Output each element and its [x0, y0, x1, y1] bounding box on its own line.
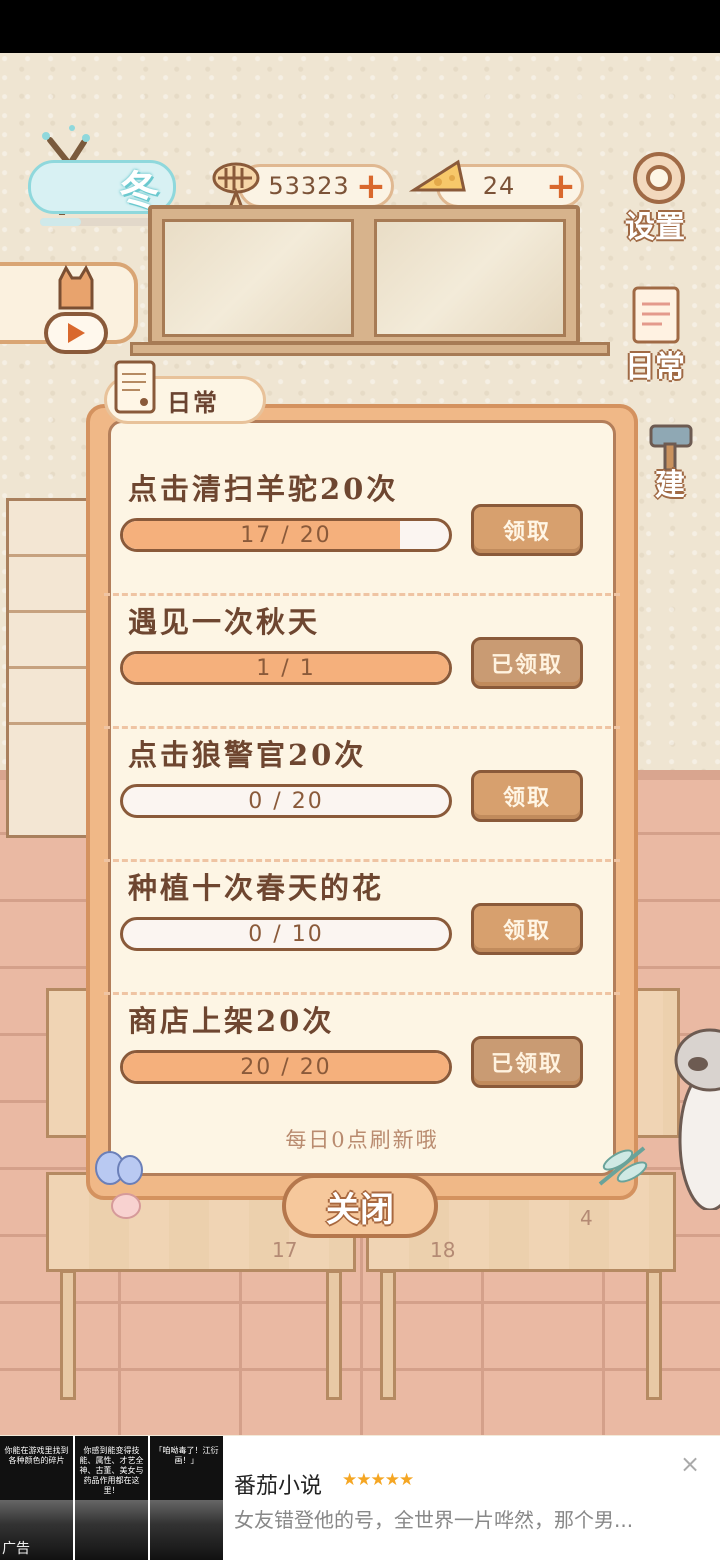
raccoon-character[interactable]: [670, 1020, 720, 1210]
shelf-row: [9, 557, 91, 613]
task-title: 点击狼警官20次: [128, 738, 367, 772]
cabinet-glass: [374, 219, 566, 337]
table-number: 4: [580, 1206, 593, 1230]
task-divider: [104, 593, 620, 596]
ad-thumbnail[interactable]: 你感到能变得技能、属性、才艺全神、古董、美女与药品作用都在这里！: [75, 1436, 148, 1560]
task-title: 商店上架20次: [128, 1004, 335, 1038]
task-row: 点击狼警官20次 0 / 20 领取: [104, 730, 620, 862]
ad-thumbnail[interactable]: 你能在游戏里找到各种颜色的碎片 广告: [0, 1436, 73, 1560]
ad-thumb-caption: 你能在游戏里找到各种颜色的碎片: [4, 1446, 69, 1465]
status-bar: [0, 0, 720, 53]
settings-button[interactable]: 设置: [616, 146, 702, 246]
ad-tag: 广告: [2, 1541, 30, 1557]
task-divider: [104, 859, 620, 862]
task-progress-bar: 0 / 20: [120, 784, 452, 818]
task-progress-text: 17 / 20: [240, 522, 332, 548]
dragonfly-icon: [598, 1146, 648, 1186]
build-button[interactable]: 建: [640, 416, 700, 504]
task-progress-text: 0 / 10: [248, 921, 324, 947]
gear-icon: [633, 152, 685, 204]
shelf-row: [9, 613, 91, 669]
shelf-board: [130, 342, 610, 356]
dialog-title: 日常: [167, 387, 219, 417]
ad-rating-stars: ★★★★★: [342, 1470, 414, 1490]
table-number: 17: [272, 1238, 298, 1262]
task-progress-bar: 17 / 20: [120, 518, 452, 552]
ad-close-icon[interactable]: ×: [680, 1450, 700, 1478]
add-fish-button[interactable]: +: [354, 169, 388, 205]
ad-thumb-caption: 「咱呦毒了！江衍画！」: [154, 1446, 219, 1465]
cat-icon: [58, 264, 94, 310]
table-leg: [646, 1270, 662, 1400]
task-row: 商店上架20次 20 / 20 已领取: [104, 996, 620, 1128]
fish-amount: 53323: [268, 172, 350, 200]
ad-thumb-image: [150, 1500, 223, 1560]
task-divider: [104, 992, 620, 995]
ad-thumbnail[interactable]: 「咱呦毒了！江衍画！」: [150, 1436, 223, 1560]
table-leg: [380, 1270, 396, 1400]
task-progress-bar: 20 / 20: [120, 1050, 452, 1084]
note-paper-icon: [114, 360, 156, 414]
task-row: 点击清扫羊驼20次 17 / 20 领取: [104, 464, 620, 596]
fish-bone-icon: [212, 162, 260, 210]
ad-thumb-caption: 你感到能变得技能、属性、才艺全神、古董、美女与药品作用都在这里！: [79, 1446, 144, 1495]
claimed-button[interactable]: 已领取: [471, 1036, 583, 1088]
table-leg: [60, 1270, 76, 1400]
daily-button[interactable]: 日常: [612, 282, 698, 386]
play-video-button[interactable]: [44, 312, 108, 354]
settings-label: 设置: [625, 210, 685, 245]
add-cheese-button[interactable]: +: [544, 169, 578, 205]
shelf-row: [9, 669, 91, 725]
ad-thumb-image: [75, 1500, 148, 1560]
play-icon: [68, 323, 85, 343]
task-divider: [104, 726, 620, 729]
butterfly-icon: [95, 1151, 143, 1219]
display-cabinet[interactable]: [148, 205, 580, 345]
task-progress-text: 20 / 20: [240, 1054, 332, 1080]
task-progress-text: 1 / 1: [256, 655, 316, 681]
daily-note-icon: [632, 286, 680, 344]
task-title: 点击清扫羊驼20次: [128, 472, 399, 506]
season-progress-fill: [40, 218, 81, 226]
close-button[interactable]: 关闭: [282, 1174, 438, 1238]
task-progress-text: 0 / 20: [248, 788, 324, 814]
task-progress-bar: 1 / 1: [120, 651, 452, 685]
task-progress-bar: 0 / 10: [120, 917, 452, 951]
claim-button[interactable]: 领取: [471, 903, 583, 955]
claim-button[interactable]: 领取: [471, 504, 583, 556]
daily-label: 日常: [625, 350, 685, 385]
table-leg: [326, 1270, 342, 1400]
claim-button[interactable]: 领取: [471, 770, 583, 822]
shelf-row: [9, 501, 91, 557]
bookshelf[interactable]: [6, 498, 94, 838]
ad-title[interactable]: 番茄小说: [234, 1468, 322, 1500]
task-row: 种植十次春天的花 0 / 10 领取: [104, 863, 620, 995]
cheese-icon: [408, 159, 466, 192]
ad-description[interactable]: 女友错登他的号，全世界一片哗然，那个男...: [234, 1504, 633, 1533]
ad-banner[interactable]: 你能在游戏里找到各种颜色的碎片 广告 你感到能变得技能、属性、才艺全神、古董、美…: [0, 1436, 720, 1560]
task-title: 遇见一次秋天: [128, 605, 321, 639]
cabinet-glass: [162, 219, 354, 337]
table-number: 18: [430, 1238, 456, 1262]
task-row: 遇见一次秋天 1 / 1 已领取: [104, 597, 620, 729]
cheese-amount: 24: [482, 172, 516, 200]
claimed-button[interactable]: 已领取: [471, 637, 583, 689]
task-title: 种植十次春天的花: [128, 871, 385, 905]
refresh-note: 每日0点刷新哦: [285, 1128, 439, 1152]
